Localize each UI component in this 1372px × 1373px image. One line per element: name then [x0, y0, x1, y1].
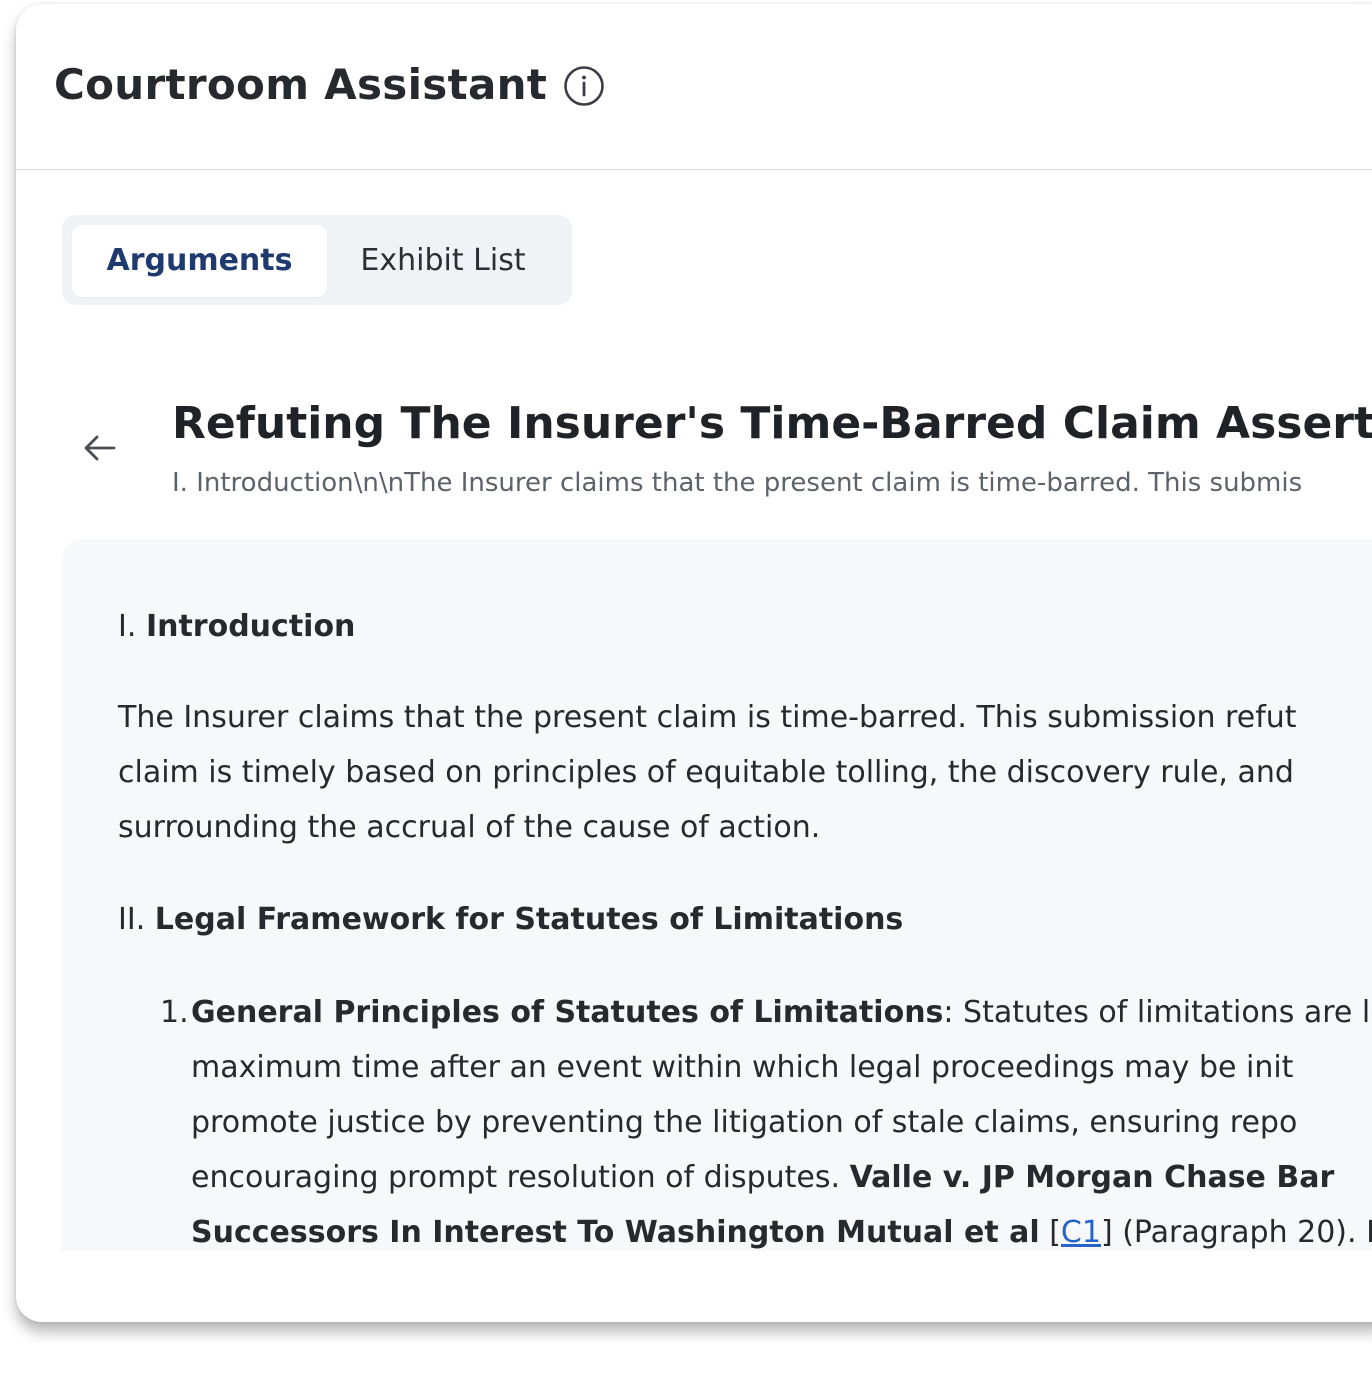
- info-icon[interactable]: [563, 65, 605, 107]
- list-line: maximum time after an event within which…: [191, 1050, 1294, 1085]
- panel-header: Courtroom Assistant: [16, 4, 1372, 170]
- list-text: encouraging prompt resolution of dispute…: [191, 1160, 850, 1195]
- panel-footer: [16, 1251, 1372, 1322]
- section-number: I.: [118, 609, 137, 644]
- section-heading-introduction: I. Introduction: [118, 599, 1372, 654]
- section-title: Legal Framework for Statutes of Limitati…: [154, 902, 904, 937]
- list-text: (Paragraph 20). H: [1112, 1215, 1372, 1250]
- cite-bracket: ]: [1100, 1215, 1113, 1250]
- list-number: 1.: [160, 995, 189, 1030]
- case-name: Successors In Interest To Washington Mut…: [191, 1215, 1040, 1250]
- page-title: Courtroom Assistant: [54, 60, 548, 109]
- tab-exhibit-list[interactable]: Exhibit List: [338, 225, 548, 297]
- argument-title: Refuting The Insurer's Time-Barred Claim…: [172, 398, 1372, 449]
- assistant-panel: Courtroom Assistant Arguments Exhibit Li…: [16, 4, 1372, 1322]
- arrow-left-icon[interactable]: [82, 430, 118, 466]
- paragraph-line: The Insurer claims that the present clai…: [118, 700, 1297, 735]
- list-line: Successors In Interest To Washington Mut…: [191, 1205, 1372, 1251]
- tab-arguments[interactable]: Arguments: [72, 225, 327, 297]
- list-text: : Statutes of limitations are le: [943, 995, 1372, 1030]
- argument-content[interactable]: I. Introduction The Insurer claims that …: [62, 539, 1372, 1251]
- paragraph-line: claim is timely based on principles of e…: [118, 755, 1294, 790]
- tab-bar: Arguments Exhibit List: [62, 215, 572, 305]
- argument-snippet: I. Introduction\n\nThe Insurer claims th…: [172, 468, 1303, 498]
- paragraph-line: surrounding the accrual of the cause of …: [118, 810, 821, 845]
- section-title: Introduction: [145, 609, 356, 644]
- section-heading-legal-framework: II. Legal Framework for Statutes of Limi…: [118, 892, 1372, 947]
- list-item-heading: General Principles of Statutes of Limita…: [191, 995, 944, 1030]
- list-line: promote justice by preventing the litiga…: [191, 1105, 1298, 1140]
- citation-link[interactable]: C1: [1061, 1215, 1101, 1250]
- list-item: 1. General Principles of Statutes of Lim…: [118, 985, 1372, 1251]
- cite-bracket: [: [1039, 1215, 1061, 1250]
- argument-body: I. Introduction The Insurer claims that …: [118, 599, 1372, 1251]
- list-line: General Principles of Statutes of Limita…: [191, 985, 1372, 1040]
- list-line: encouraging prompt resolution of dispute…: [191, 1150, 1372, 1205]
- case-name: Valle v. JP Morgan Chase Bar: [849, 1160, 1335, 1195]
- section-number: II.: [118, 902, 146, 937]
